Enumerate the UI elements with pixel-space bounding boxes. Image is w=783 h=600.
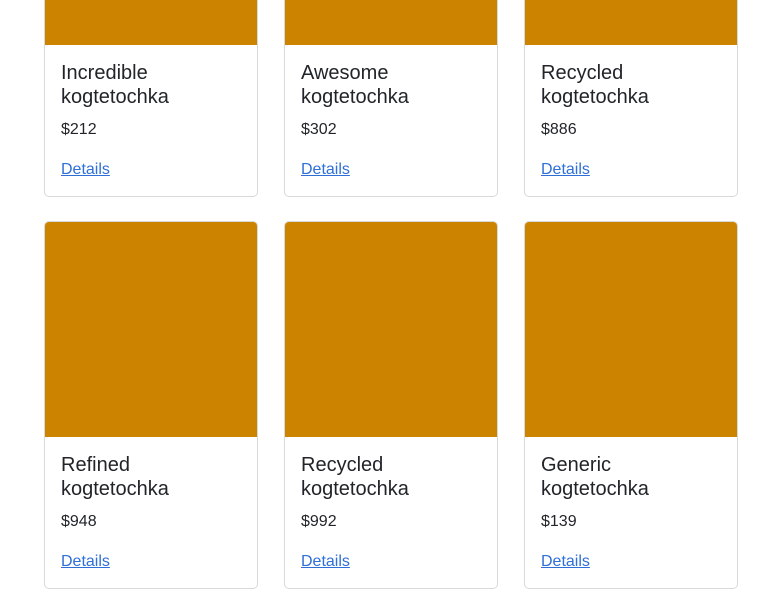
product-card: Awesome kogtetochka $302 Details [284,0,498,197]
details-link[interactable]: Details [61,552,110,572]
product-title: Recycled kogtetochka [301,454,409,500]
product-grid: Incredible kogtetochka $212 Details Awes… [0,0,783,600]
details-link[interactable]: Details [301,552,350,572]
details-link[interactable]: Details [541,552,590,572]
details-link[interactable]: Details [541,160,590,180]
product-price: $302 [301,121,337,138]
product-image[interactable] [525,0,737,45]
product-price: $886 [541,121,577,138]
product-title: Awesome kogtetochka [301,62,409,108]
product-title: Incredible kogtetochka [61,62,169,108]
product-image[interactable] [285,222,497,437]
product-title: Refined kogtetochka [61,454,169,500]
product-price: $992 [301,513,337,530]
product-image[interactable] [285,0,497,45]
product-card: Recycled kogtetochka $992 Details [284,221,498,589]
product-title: Generic kogtetochka [541,454,649,500]
product-image[interactable] [45,0,257,45]
product-card: Refined kogtetochka $948 Details [44,221,258,589]
product-card: Incredible kogtetochka $212 Details [44,0,258,197]
product-image[interactable] [525,222,737,437]
details-link[interactable]: Details [301,160,350,180]
product-image[interactable] [45,222,257,437]
product-card: Recycled kogtetochka $886 Details [524,0,738,197]
product-price: $139 [541,513,577,530]
details-link[interactable]: Details [61,160,110,180]
product-price: $948 [61,513,97,530]
product-price: $212 [61,121,97,138]
product-title: Recycled kogtetochka [541,62,649,108]
product-card: Generic kogtetochka $139 Details [524,221,738,589]
